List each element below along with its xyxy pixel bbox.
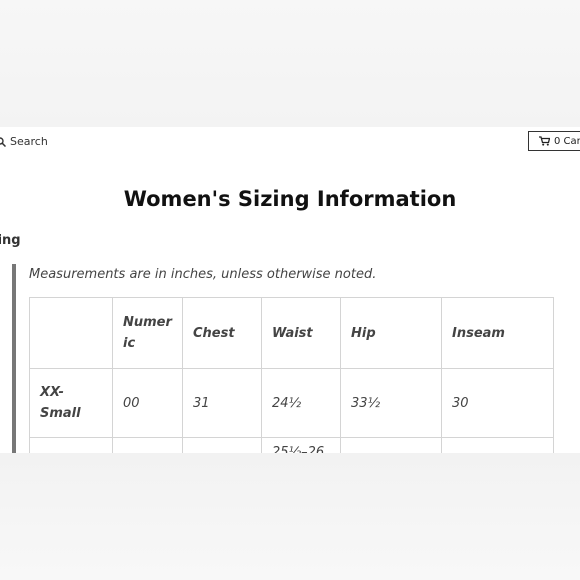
size-table: Numer ic Chest Waist Hip Inseam XX-Small… bbox=[29, 297, 554, 453]
table-cell: 24½ bbox=[261, 368, 341, 438]
table-cell bbox=[29, 437, 113, 453]
table-cell bbox=[441, 437, 554, 453]
cart-button[interactable]: 0 Cart bbox=[528, 131, 580, 151]
blurred-background-top bbox=[0, 0, 580, 127]
table-header-cell bbox=[29, 297, 113, 369]
table-cell: 00 bbox=[112, 368, 183, 438]
cart-icon bbox=[539, 136, 550, 146]
table-header-cell: Numer ic bbox=[112, 297, 183, 369]
table-cell: XX-Small bbox=[29, 368, 113, 438]
search-link[interactable]: Search bbox=[0, 135, 48, 148]
table-header-cell: Hip bbox=[340, 297, 442, 369]
search-icon bbox=[0, 136, 6, 147]
table-header-cell: Inseam bbox=[441, 297, 554, 369]
table-cell: 31 bbox=[182, 368, 262, 438]
table-cell: 30 bbox=[441, 368, 554, 438]
table-cell bbox=[182, 437, 262, 453]
table-header-row: Numer ic Chest Waist Hip Inseam bbox=[29, 297, 554, 369]
table-cell bbox=[112, 437, 183, 453]
table-cell: 25½–26 bbox=[261, 437, 341, 453]
section-heading: zing bbox=[0, 233, 21, 248]
table-row: 25½–26 bbox=[29, 437, 554, 453]
cart-label: 0 Cart bbox=[554, 135, 580, 147]
blockquote-bar bbox=[12, 264, 16, 453]
sizing-page: Search 0 Cart Women's Sizing Information… bbox=[0, 127, 580, 453]
table-header-cell: Waist bbox=[261, 297, 341, 369]
measurement-note: Measurements are in inches, unless other… bbox=[29, 267, 377, 282]
search-label: Search bbox=[10, 135, 48, 148]
table-row: XX-Small 00 31 24½ 33½ 30 bbox=[29, 368, 554, 438]
page-title: Women's Sizing Information bbox=[123, 187, 457, 211]
blurred-background-bottom bbox=[0, 453, 580, 580]
table-cell: 33½ bbox=[340, 368, 442, 438]
table-header-cell: Chest bbox=[182, 297, 262, 369]
table-cell bbox=[340, 437, 442, 453]
